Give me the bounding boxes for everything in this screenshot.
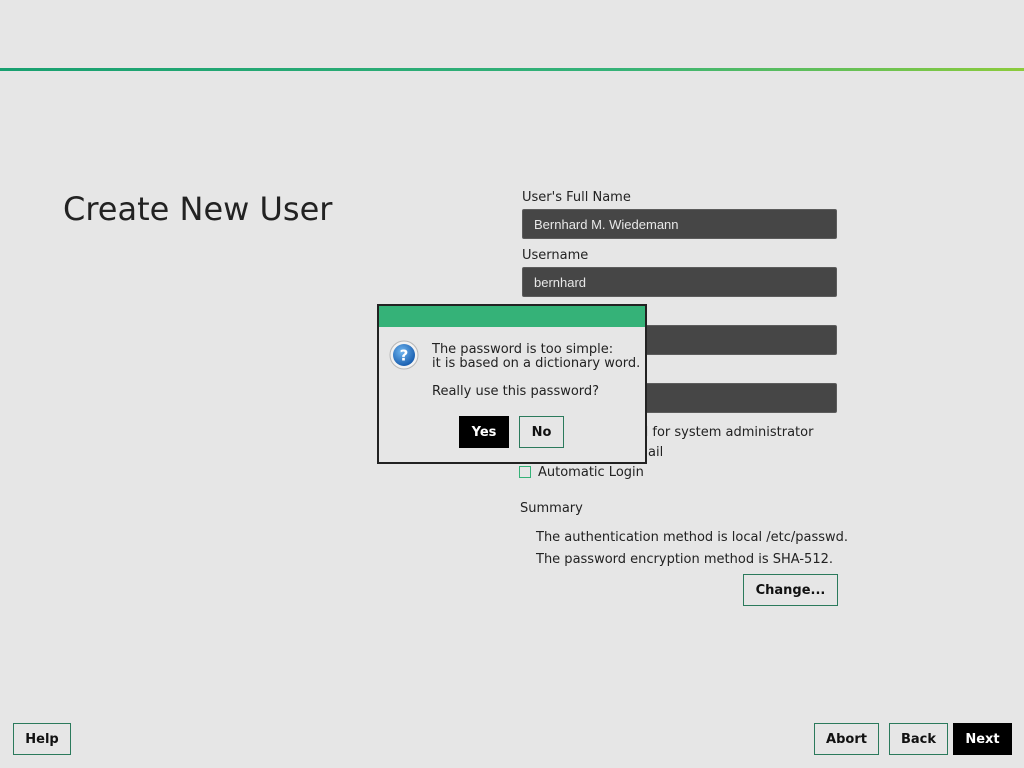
help-button[interactable]: Help [13, 723, 71, 755]
next-button[interactable]: Next [953, 723, 1012, 755]
dialog-message-line2: it is based on a dictionary word. [432, 356, 641, 371]
dialog-titlebar [379, 306, 645, 327]
fullname-label: User's Full Name [522, 190, 631, 205]
summary-encryption-line: The password encryption method is SHA-51… [536, 552, 833, 567]
receive-mail-checkbox-label[interactable]: ail [648, 445, 663, 460]
header-accent-line [0, 68, 1024, 71]
password-warning-dialog: ? The password is too simple: it is base… [377, 304, 647, 464]
summary-auth-line: The authentication method is local /etc/… [536, 530, 849, 545]
dialog-yes-button[interactable]: Yes [459, 416, 509, 448]
abort-button[interactable]: Abort [814, 723, 879, 755]
automatic-login-label: Automatic Login [538, 465, 644, 480]
dialog-message-line1: The password is too simple: [432, 342, 614, 357]
username-field[interactable] [522, 267, 837, 297]
fullname-field[interactable] [522, 209, 837, 239]
dialog-no-button[interactable]: No [519, 416, 564, 448]
admin-password-checkbox-label[interactable]: d for system administrator [640, 425, 813, 440]
svg-text:?: ? [400, 347, 409, 365]
dialog-question: Really use this password? [432, 384, 600, 399]
change-button[interactable]: Change... [743, 574, 838, 606]
page-title: Create New User [63, 190, 333, 228]
automatic-login-checkbox[interactable] [519, 466, 531, 478]
question-icon: ? [389, 340, 419, 370]
summary-heading: Summary [520, 501, 583, 516]
back-button[interactable]: Back [889, 723, 948, 755]
username-label: Username [522, 248, 589, 263]
